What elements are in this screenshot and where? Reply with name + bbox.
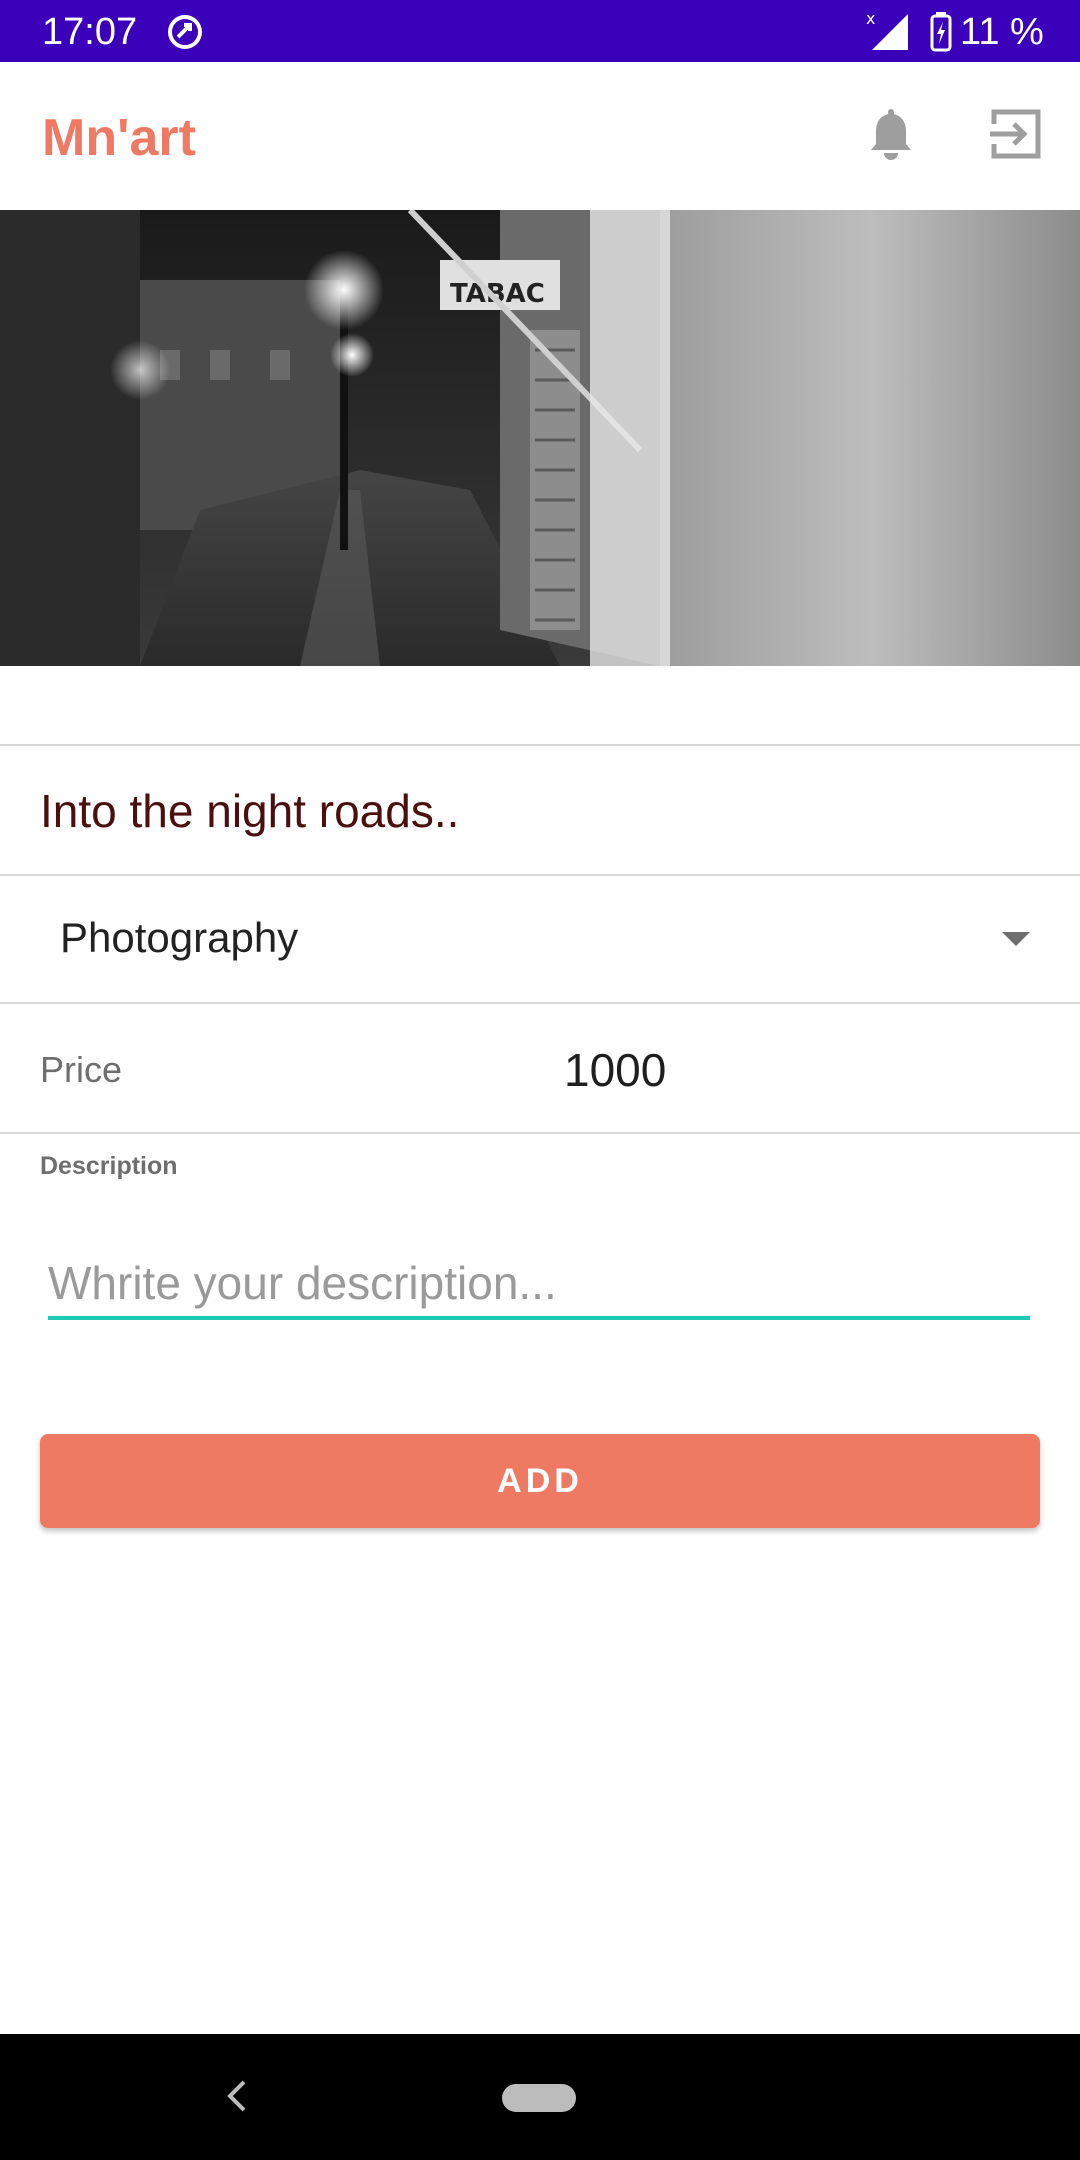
price-input[interactable]: 1000 bbox=[564, 1038, 666, 1102]
description-input[interactable] bbox=[48, 1250, 1030, 1320]
back-icon[interactable] bbox=[222, 2074, 250, 2118]
divider bbox=[0, 744, 1080, 746]
description-label: Description bbox=[40, 1152, 178, 1180]
status-time: 17:07 bbox=[42, 11, 138, 53]
svg-text:x: x bbox=[866, 10, 875, 28]
night-street-photo: TABAC bbox=[0, 210, 1080, 666]
exit-icon[interactable] bbox=[988, 106, 1044, 162]
battery-percentage: 11 % bbox=[960, 11, 1044, 53]
add-button[interactable]: ADD bbox=[40, 1434, 1040, 1528]
artwork-image[interactable]: TABAC bbox=[0, 210, 1080, 666]
home-pill[interactable] bbox=[502, 2084, 576, 2112]
divider bbox=[0, 874, 1080, 876]
artwork-title[interactable]: Into the night roads.. bbox=[40, 776, 459, 846]
app-notification-icon bbox=[168, 15, 202, 49]
category-dropdown[interactable]: Photography bbox=[0, 878, 1080, 1002]
battery-charging-icon bbox=[930, 12, 952, 52]
app-bar: Mn'art bbox=[0, 62, 1080, 210]
signal-icon: x bbox=[866, 10, 908, 50]
app-title: Mn'art bbox=[42, 109, 196, 167]
status-bar: 17:07 x 11 % bbox=[0, 0, 1080, 62]
price-label: Price bbox=[40, 1049, 123, 1090]
navigation-bar bbox=[0, 2034, 1080, 2160]
dropdown-arrow-icon bbox=[1002, 932, 1030, 946]
divider bbox=[0, 1132, 1080, 1134]
divider bbox=[0, 1002, 1080, 1004]
category-selected: Photography bbox=[60, 914, 299, 961]
bell-icon[interactable] bbox=[860, 104, 922, 166]
